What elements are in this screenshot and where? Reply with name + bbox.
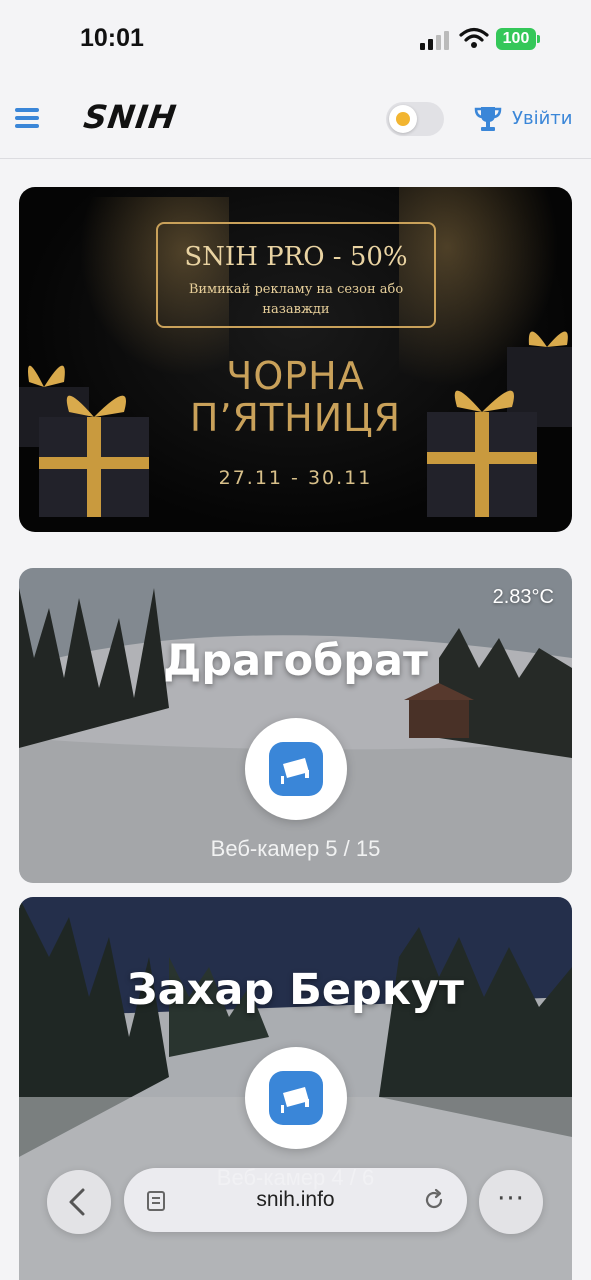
temperature: 2.83°C (492, 586, 554, 608)
site-header: SNIH Увійти (0, 80, 591, 159)
promo-banner[interactable]: SNIH PRO - 50% Вимикай рекламу на сезон … (19, 187, 572, 532)
address-bar[interactable]: snih.info (124, 1168, 467, 1232)
status-bar: 10:01 100 (0, 0, 591, 80)
theme-toggle[interactable] (386, 102, 444, 136)
status-time: 10:01 (80, 24, 144, 52)
login-link[interactable]: Увійти (512, 108, 572, 129)
camera-icon (269, 1071, 323, 1125)
more-icon: ··· (497, 1184, 525, 1214)
resort-card-dragobrat[interactable]: 2.83°C Драгобрат Веб-камер 5 / 15 (19, 568, 572, 883)
signal-icon (420, 31, 449, 50)
battery-tip (537, 35, 540, 43)
promo-heading-line1: ЧОРНА (226, 354, 365, 398)
resort-name: Захар Беркут (127, 965, 464, 1015)
promo-heading: ЧОРНА П’ЯТНИЦЯ (119, 355, 472, 439)
wifi-icon (459, 27, 489, 48)
promo-heading-line2: П’ЯТНИЦЯ (189, 396, 402, 440)
back-icon (69, 1188, 85, 1216)
browser-toolbar: snih.info ··· (0, 1150, 591, 1280)
promo-title: SNIH PRO - 50% (184, 242, 408, 272)
promo-offer-box: SNIH PRO - 50% Вимикай рекламу на сезон … (156, 222, 436, 328)
logo[interactable]: SNIH (81, 98, 179, 136)
promo-dates: 27.11 - 30.11 (218, 467, 373, 489)
camera-icon (269, 742, 323, 796)
menu-icon[interactable] (15, 108, 39, 128)
webcam-button[interactable] (245, 718, 347, 820)
reload-icon[interactable] (422, 1188, 446, 1212)
toggle-knob (389, 105, 417, 133)
battery-icon: 100 (496, 28, 536, 50)
url-text: snih.info (256, 1188, 335, 1211)
trophy-icon[interactable] (474, 106, 502, 132)
back-button[interactable] (47, 1170, 111, 1234)
more-button[interactable]: ··· (479, 1170, 543, 1234)
promo-subtitle: Вимикай рекламу на сезон або назавжди (188, 282, 404, 317)
webcam-button[interactable] (245, 1047, 347, 1149)
sun-icon (396, 112, 410, 126)
webcam-count: Веб-камер 5 / 15 (210, 836, 381, 861)
resort-name: Драгобрат (163, 636, 428, 686)
